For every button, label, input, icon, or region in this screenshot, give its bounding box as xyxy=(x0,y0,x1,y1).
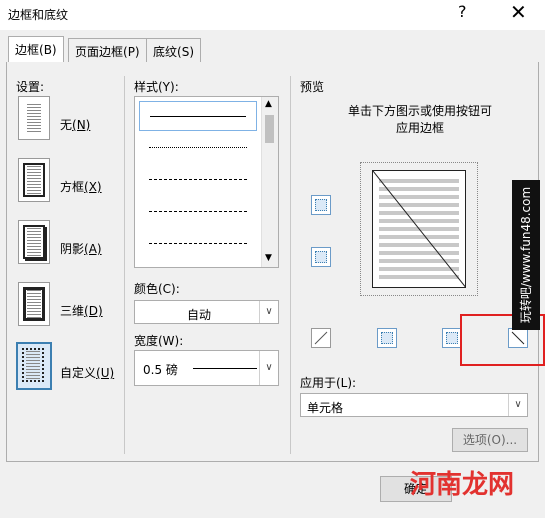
apply-to-select[interactable]: 单元格 ∨ xyxy=(300,393,528,417)
watermark-side: 玩转吧/www.fun48.com xyxy=(512,180,540,330)
width-heading: 宽度(W): xyxy=(134,334,184,348)
setting-box-label[interactable]: 方框(X) xyxy=(60,178,102,195)
apply-to-value: 单元格 xyxy=(307,401,344,415)
setting-shadow-icon[interactable] xyxy=(18,220,50,264)
style-heading: 样式(Y): xyxy=(134,80,179,94)
apply-to-heading: 应用于(L): xyxy=(300,376,357,390)
style-option-solid[interactable] xyxy=(139,101,257,131)
settings-heading: 设置: xyxy=(16,80,45,94)
scroll-thumb[interactable] xyxy=(265,115,274,143)
setting-3d-icon[interactable] xyxy=(18,282,50,326)
scroll-down-icon[interactable]: ▼ xyxy=(265,253,272,263)
border-top-button[interactable] xyxy=(311,195,331,215)
window-title: 边框和底纹 xyxy=(8,8,69,22)
style-option-dash-dot[interactable] xyxy=(139,229,257,259)
style-list[interactable]: ▲ ▼ xyxy=(134,96,279,268)
setting-box-icon[interactable] xyxy=(18,158,50,202)
style-option-dotted[interactable] xyxy=(139,133,257,163)
tab-key: (S) xyxy=(177,45,194,59)
chevron-down-icon: ∨ xyxy=(259,301,278,323)
width-value: 0.5 磅 xyxy=(143,363,178,377)
style-option-dashed[interactable] xyxy=(139,197,257,227)
width-select[interactable]: 0.5 磅 ∨ xyxy=(134,350,279,386)
setting-shadow-label[interactable]: 阴影(A) xyxy=(60,240,102,257)
color-value: 自动 xyxy=(187,308,212,322)
preview-page[interactable] xyxy=(372,170,466,288)
width-line-sample xyxy=(193,368,257,369)
tab-shading[interactable]: 底纹(S) xyxy=(146,38,201,62)
tab-label: 底纹 xyxy=(153,45,178,59)
border-middle-button[interactable] xyxy=(311,247,331,267)
setting-custom-icon[interactable] xyxy=(16,342,52,390)
tab-label: 页面边框 xyxy=(75,45,124,59)
color-heading: 颜色(C): xyxy=(134,282,180,296)
setting-none-icon[interactable] xyxy=(18,96,50,140)
tab-borders[interactable]: 边框(B) xyxy=(8,36,64,62)
close-button[interactable]: ✕ xyxy=(510,0,527,24)
border-left-button[interactable] xyxy=(377,328,397,348)
tab-key: (P) xyxy=(123,45,140,59)
border-diagonal-up-button[interactable] xyxy=(311,328,331,348)
watermark-logo: 河南龙网 xyxy=(410,470,515,500)
chevron-down-icon: ∨ xyxy=(508,394,527,416)
help-button[interactable]: ? xyxy=(458,2,467,21)
border-right-button[interactable] xyxy=(442,328,462,348)
scroll-up-icon[interactable]: ▲ xyxy=(265,99,272,109)
chevron-down-icon: ∨ xyxy=(259,351,278,385)
setting-3d-label[interactable]: 三维(D) xyxy=(60,302,103,319)
tab-page-border[interactable]: 页面边框(P) xyxy=(68,38,147,62)
options-button[interactable]: 选项(O)... xyxy=(452,428,528,452)
style-option-dashed-small[interactable] xyxy=(139,165,257,195)
tab-key: (B) xyxy=(39,43,57,57)
setting-none-label[interactable]: 无(N) xyxy=(60,116,90,133)
preview-heading: 预览 xyxy=(300,80,325,94)
column-divider xyxy=(124,76,125,454)
setting-custom-label[interactable]: 自定义(U) xyxy=(60,364,114,381)
tab-label: 边框 xyxy=(15,43,40,57)
preview-divider xyxy=(290,76,291,454)
preview-hint: 单击下方图示或使用按钮可 应用边框 xyxy=(347,104,492,135)
style-scrollbar[interactable]: ▲ ▼ xyxy=(261,97,278,267)
color-select[interactable]: 自动 ∨ xyxy=(134,300,279,324)
